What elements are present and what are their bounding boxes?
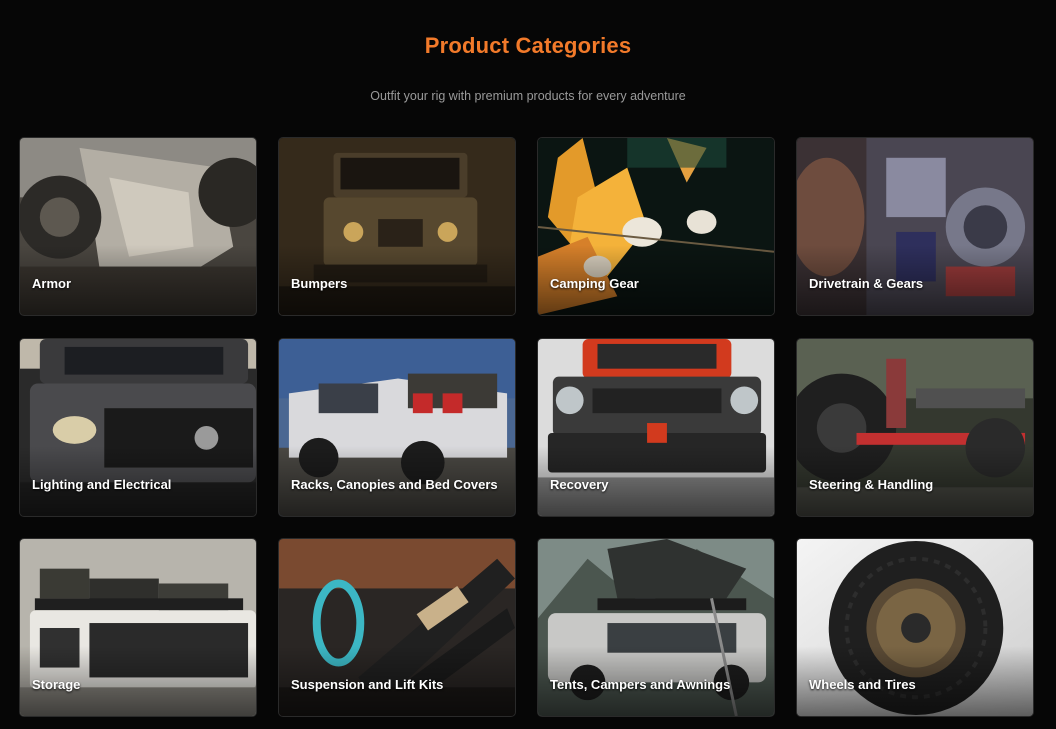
category-label: Suspension and Lift Kits	[291, 677, 444, 692]
category-card-suspension[interactable]: Suspension and Lift Kits	[278, 538, 516, 717]
category-label: Storage	[32, 677, 81, 692]
category-card-storage[interactable]: Storage	[19, 538, 257, 717]
category-label: Racks, Canopies and Bed Covers	[291, 477, 498, 492]
category-label: Armor	[32, 276, 72, 291]
category-card-tents[interactable]: Tents, Campers and Awnings	[537, 538, 775, 717]
category-label: Lighting and Electrical	[32, 477, 172, 492]
category-label: Bumpers	[291, 276, 348, 291]
category-card-lighting[interactable]: Lighting and Electrical	[19, 338, 257, 517]
category-card-steering[interactable]: Steering & Handling	[796, 338, 1034, 517]
page-subtitle: Outfit your rig with premium products fo…	[370, 89, 686, 103]
category-label: Tents, Campers and Awnings	[550, 677, 731, 692]
category-card-wheels[interactable]: Wheels and Tires	[796, 538, 1034, 717]
page-title: Product Categories	[424, 33, 632, 58]
category-card-bumpers[interactable]: Bumpers	[278, 137, 516, 316]
category-card-drivetrain[interactable]: Drivetrain & Gears	[796, 137, 1034, 316]
category-card-racks[interactable]: Racks, Canopies and Bed Covers	[278, 338, 516, 517]
category-card-armor[interactable]: Armor	[19, 137, 257, 316]
category-card-recovery[interactable]: Recovery	[537, 338, 775, 517]
category-label: Wheels and Tires	[809, 677, 916, 692]
category-card-camping-gear[interactable]: Camping Gear	[537, 137, 775, 316]
category-label: Drivetrain & Gears	[809, 276, 924, 291]
category-label: Camping Gear	[550, 276, 639, 291]
category-label: Steering & Handling	[809, 477, 934, 492]
category-label: Recovery	[550, 477, 609, 492]
